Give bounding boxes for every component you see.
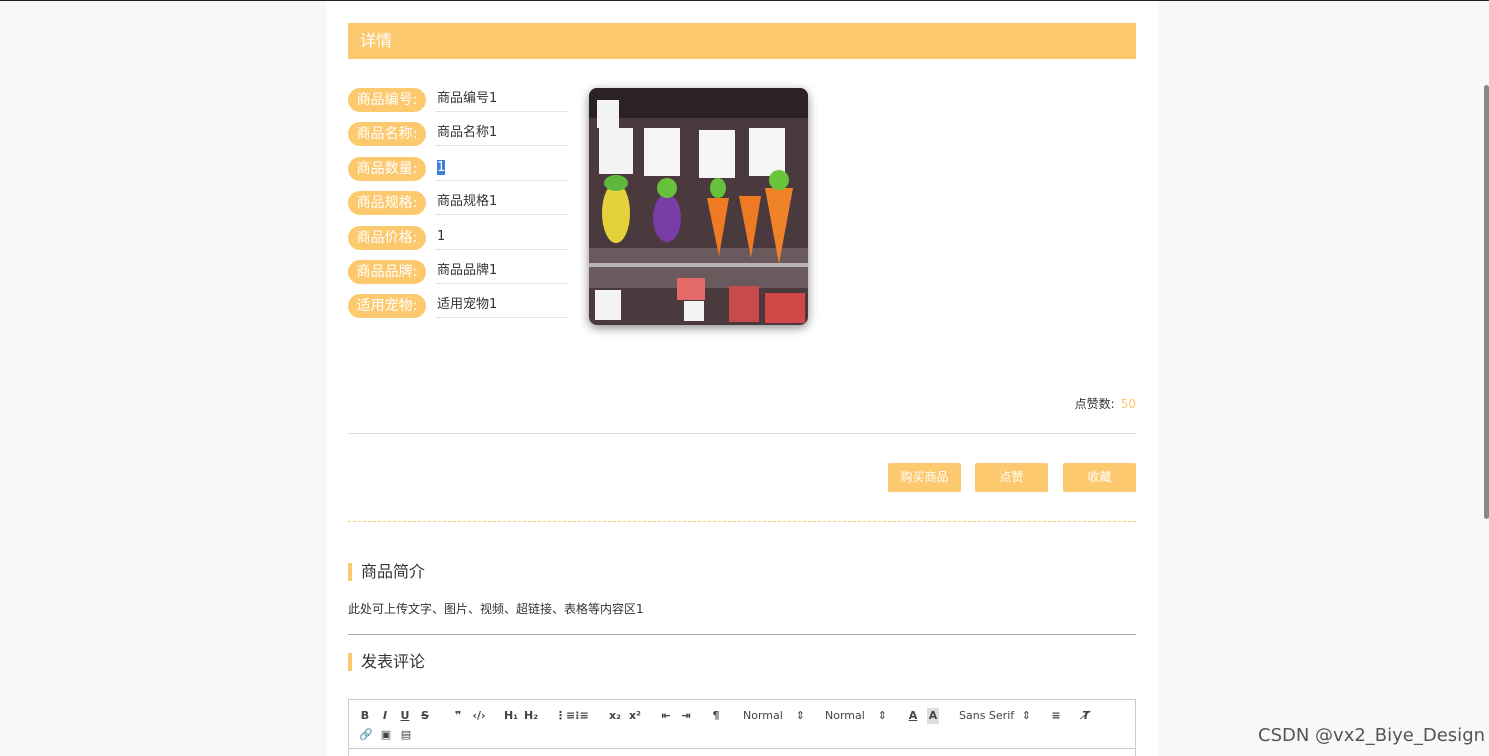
field-value: 1 (436, 226, 568, 250)
italic-icon[interactable]: I (379, 708, 391, 724)
field-label: 商品数量: (348, 157, 426, 181)
buy-button[interactable]: 购买商品 (888, 463, 961, 492)
watermark: CSDN @vx2_Biye_Design (1258, 725, 1486, 746)
bullet-list-icon[interactable]: ⁝≡ (575, 708, 589, 724)
favorite-button[interactable]: 收藏 (1063, 463, 1136, 492)
like-button[interactable]: 点赞 (975, 463, 1048, 492)
field-value: 商品规格1 (436, 191, 568, 215)
header-select-value: Normal (825, 709, 865, 722)
toolbar-divider (349, 748, 1135, 749)
field-label: 商品名称: (348, 122, 426, 146)
field-value: 适用宠物1 (436, 294, 568, 318)
divider (348, 634, 1136, 635)
field-value: 1 (436, 157, 568, 181)
underline-icon[interactable]: U (399, 708, 411, 724)
size-select[interactable]: Normal ⇕ (743, 708, 805, 724)
chevron-updown-icon: ⇕ (795, 709, 805, 722)
chevron-updown-icon: ⇕ (877, 709, 887, 722)
field-value: 商品编号1 (436, 88, 568, 112)
font-color-icon[interactable]: A (907, 708, 919, 724)
heading2-icon[interactable]: H₂ (523, 708, 539, 724)
likes-value: 50 (1120, 397, 1136, 411)
text-direction-icon[interactable]: ¶ (709, 708, 723, 724)
video-icon[interactable]: ▤ (399, 727, 413, 743)
font-select-value: Sans Serif (959, 709, 1015, 722)
superscript-icon[interactable]: x² (627, 708, 643, 724)
code-block-icon[interactable]: ‹/› (471, 708, 487, 724)
indent-decrease-icon[interactable]: ⇤ (659, 708, 673, 724)
field-value: 商品品牌1 (436, 260, 568, 284)
ordered-list-icon[interactable]: ⋮≡ (555, 708, 575, 724)
link-icon[interactable]: 🔗 (359, 727, 373, 743)
background-color-icon[interactable]: A (927, 708, 939, 724)
intro-heading: 商品简介 (348, 563, 648, 581)
blockquote-icon[interactable]: ❞ (451, 708, 465, 724)
size-select-value: Normal (743, 709, 783, 722)
field-label: 商品品牌: (348, 260, 426, 284)
dashed-divider (348, 521, 1136, 522)
header-select[interactable]: Normal ⇕ (825, 708, 887, 724)
subscript-icon[interactable]: x₂ (607, 708, 623, 724)
clean-format-icon[interactable]: T̸ (1079, 708, 1093, 724)
comment-editor[interactable]: B I U S ❞ ‹/› H₁ H₂ ⋮≡ ⁝≡ x₂ x² ⇤ ⇥ ¶ No… (348, 699, 1136, 756)
product-image (589, 88, 808, 325)
heading1-icon[interactable]: H₁ (503, 708, 519, 724)
comment-heading: 发表评论 (348, 653, 648, 671)
likes-label: 点赞数: (1074, 397, 1115, 411)
intro-text: 此处可上传文字、图片、视频、超链接、表格等内容区1 (348, 602, 644, 616)
chevron-updown-icon: ⇕ (1021, 709, 1031, 722)
bold-icon[interactable]: B (359, 708, 371, 724)
field-label: 商品价格: (348, 226, 426, 250)
indent-increase-icon[interactable]: ⇥ (679, 708, 693, 724)
font-select[interactable]: Sans Serif ⇕ (959, 708, 1031, 724)
page-title: 详情 (348, 23, 1136, 59)
align-icon[interactable]: ≡ (1049, 708, 1063, 724)
field-label: 适用宠物: (348, 294, 426, 318)
divider (348, 433, 1136, 434)
strikethrough-icon[interactable]: S (419, 708, 431, 724)
scrollbar[interactable] (1484, 85, 1489, 519)
field-label: 商品编号: (348, 88, 426, 112)
field-label: 商品规格: (348, 191, 426, 215)
selected-text: 1 (437, 160, 446, 175)
likes-count: 点赞数: 50 (1060, 395, 1136, 412)
image-icon[interactable]: ▣ (379, 727, 393, 743)
field-value: 商品名称1 (436, 122, 568, 146)
